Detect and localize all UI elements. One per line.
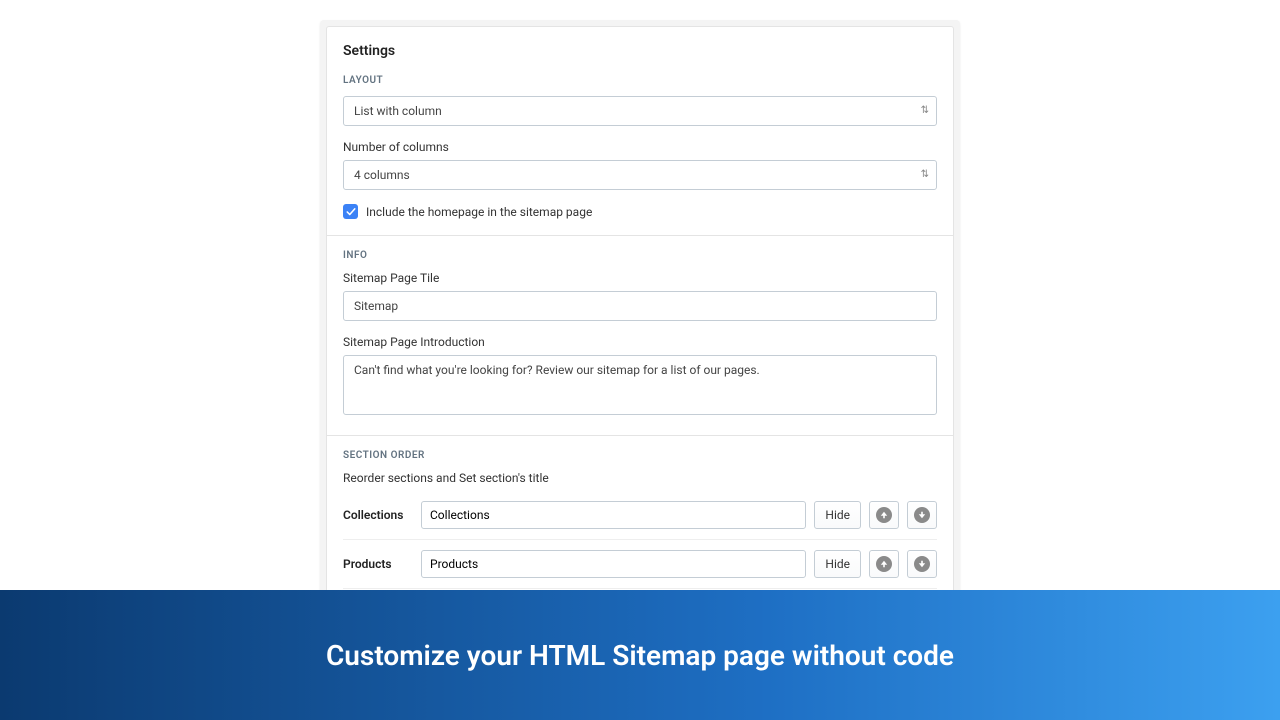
move-up-button[interactable] bbox=[869, 550, 899, 578]
layout-select-wrap: List with column ⇅ bbox=[343, 96, 937, 126]
order-row-label: Products bbox=[343, 557, 413, 571]
columns-select[interactable]: 4 columns bbox=[343, 160, 937, 190]
include-homepage-checkbox[interactable] bbox=[343, 204, 358, 219]
settings-card: Settings LAYOUT List with column ⇅ Numbe… bbox=[326, 26, 954, 677]
arrow-up-icon bbox=[876, 507, 892, 523]
columns-label: Number of columns bbox=[343, 140, 937, 154]
order-row-input[interactable] bbox=[421, 550, 806, 578]
layout-select[interactable]: List with column bbox=[343, 96, 937, 126]
divider bbox=[327, 235, 953, 236]
order-row-label: Collections bbox=[343, 508, 413, 522]
page-wrap: Settings LAYOUT List with column ⇅ Numbe… bbox=[0, 0, 1280, 720]
section-order-label: SECTION ORDER bbox=[343, 450, 937, 461]
order-row-collections: Collections Hide bbox=[343, 497, 937, 539]
move-up-button[interactable] bbox=[869, 501, 899, 529]
hide-button[interactable]: Hide bbox=[814, 501, 861, 529]
sitemap-title-label: Sitemap Page Tile bbox=[343, 271, 937, 285]
divider bbox=[327, 435, 953, 436]
layout-section-label: LAYOUT bbox=[343, 75, 937, 86]
sitemap-intro-label: Sitemap Page Introduction bbox=[343, 335, 937, 349]
arrow-down-icon bbox=[914, 507, 930, 523]
sitemap-title-input[interactable] bbox=[343, 291, 937, 321]
arrow-down-icon bbox=[914, 556, 930, 572]
promo-banner-text: Customize your HTML Sitemap page without… bbox=[326, 639, 954, 672]
card-inner: Settings LAYOUT List with column ⇅ Numbe… bbox=[327, 27, 953, 676]
order-row-products: Products Hide bbox=[343, 539, 937, 588]
order-row-input[interactable] bbox=[421, 501, 806, 529]
hide-button[interactable]: Hide bbox=[814, 550, 861, 578]
include-homepage-label: Include the homepage in the sitemap page bbox=[366, 205, 592, 219]
section-order-sub: Reorder sections and Set section's title bbox=[343, 471, 937, 485]
include-homepage-row: Include the homepage in the sitemap page bbox=[343, 204, 937, 219]
check-icon bbox=[346, 207, 356, 217]
arrow-up-icon bbox=[876, 556, 892, 572]
sitemap-intro-textarea[interactable] bbox=[343, 355, 937, 415]
card-title: Settings bbox=[343, 43, 937, 59]
columns-select-wrap: 4 columns ⇅ bbox=[343, 160, 937, 190]
move-down-button[interactable] bbox=[907, 501, 937, 529]
info-section-label: INFO bbox=[343, 250, 937, 261]
move-down-button[interactable] bbox=[907, 550, 937, 578]
promo-banner: Customize your HTML Sitemap page without… bbox=[0, 590, 1280, 720]
content-area: Settings LAYOUT List with column ⇅ Numbe… bbox=[320, 20, 960, 683]
